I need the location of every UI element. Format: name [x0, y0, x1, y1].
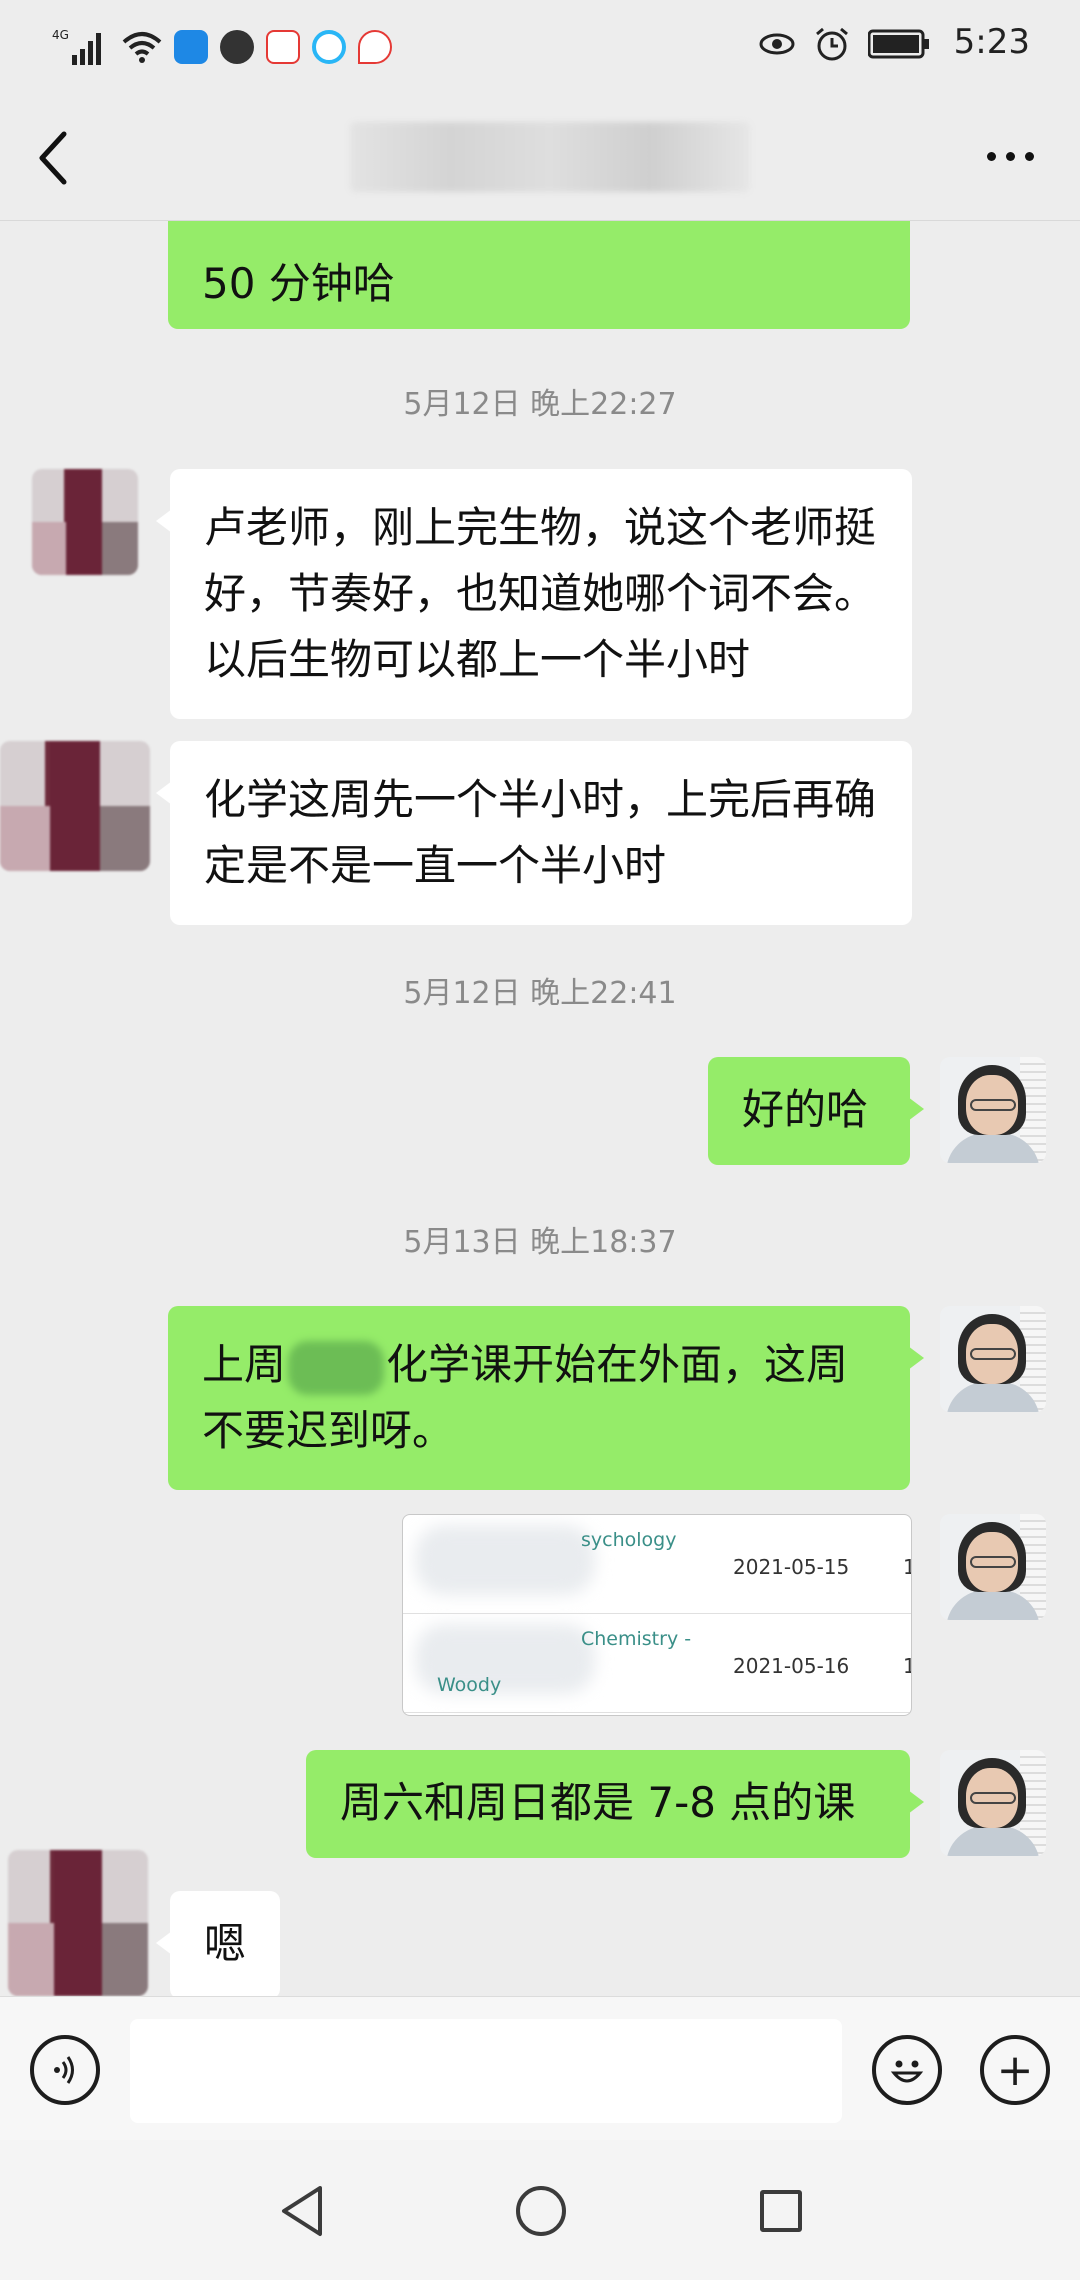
message-text-part1: 上周 — [202, 1340, 287, 1389]
chat-header: 202 — [0, 92, 1080, 221]
plus-icon[interactable]: + — [980, 2035, 1050, 2105]
signal-icon: 4G — [52, 28, 101, 65]
course-date: 2021-05-16 — [733, 1654, 850, 1678]
alarm-icon — [816, 27, 848, 61]
status-left-icons: 4G — [52, 22, 392, 72]
title-redaction — [350, 122, 750, 192]
course-time-partial: 1 — [903, 1654, 911, 1678]
browser-app-icon — [312, 30, 346, 64]
wifi-icon — [122, 32, 162, 63]
message-text: 嗯 — [204, 1919, 247, 1968]
message-bubble-sent[interactable]: 上周 化学课开始在外面，这周不要迟到呀。 — [168, 1306, 924, 1490]
nav-home-icon[interactable] — [516, 2186, 566, 2236]
eye-icon — [759, 33, 795, 55]
chevron-left-icon[interactable] — [34, 128, 74, 188]
system-nav-bar — [0, 2140, 1080, 2280]
message-bubble-received[interactable]: 化学这周先一个半小时，上完后再确定是不是一直一个半小时 — [156, 741, 912, 925]
schedule-row: Chemistry - Woody 2021-05-16 1 — [403, 1614, 911, 1713]
message-list[interactable]: 50 分钟哈 5月12日 晚上22:27 卢老师，刚上完生物，说这个老师挺好，节… — [0, 221, 1080, 1996]
battery-icon — [868, 29, 929, 59]
bird-app-icon — [220, 30, 254, 64]
input-bar: + — [0, 1996, 1080, 2141]
voice-icon[interactable] — [30, 2035, 100, 2105]
network-label: 4G — [52, 28, 69, 42]
avatar-self[interactable] — [940, 1514, 1046, 1620]
status-bar: 4G 5:23 — [0, 0, 1080, 92]
teacher-name: Woody — [437, 1674, 502, 1696]
message-input[interactable] — [130, 2019, 842, 2123]
avatar-contact[interactable] — [8, 1850, 148, 1996]
nav-recent-icon[interactable] — [760, 2190, 802, 2232]
message-bubble-sent[interactable]: 50 分钟哈 — [168, 221, 910, 329]
message-bubble-sent[interactable]: 周六和周日都是 7-8 点的课 — [306, 1750, 924, 1858]
message-bubble-received[interactable]: 卢老师，刚上完生物，说这个老师挺好，节奏好，也知道她哪个词不会。以后生物可以都上… — [156, 469, 912, 719]
map-pin-app-icon — [358, 30, 392, 64]
course-time-partial: 1 — [903, 1555, 911, 1579]
message-text: 周六和周日都是 7-8 点的课 — [340, 1778, 856, 1827]
avatar-contact[interactable] — [0, 741, 150, 871]
avatar-self[interactable] — [940, 1306, 1046, 1412]
timestamp: 5月12日 晚上22:27 — [403, 387, 677, 422]
emoji-icon[interactable] — [872, 2035, 942, 2105]
message-text: 化学这周先一个半小时，上完后再确定是不是一直一个半小时 — [204, 775, 877, 890]
message-text: 好的哈 — [742, 1085, 869, 1134]
avatar-self[interactable] — [940, 1057, 1046, 1163]
message-text: 卢老师，刚上完生物，说这个老师挺好，节奏好，也知道她哪个词不会。以后生物可以都上… — [204, 503, 877, 684]
avatar-contact[interactable] — [32, 469, 138, 575]
schedule-row: sychology 2021-05-15 1 — [403, 1515, 911, 1614]
status-time: 5:23 — [953, 22, 1030, 62]
course-date: 2021-05-15 — [733, 1555, 850, 1579]
course-name: Chemistry - — [581, 1628, 692, 1650]
nav-back-icon[interactable] — [278, 2184, 326, 2238]
message-text: 50 分钟哈 — [202, 259, 395, 308]
timestamp: 5月12日 晚上22:41 — [403, 976, 677, 1011]
message-bubble-sent[interactable]: 好的哈 — [708, 1057, 924, 1165]
image-message-schedule[interactable]: sychology 2021-05-15 1 Chemistry - Woody… — [402, 1514, 912, 1716]
message-bubble-received[interactable]: 嗯 — [156, 1891, 280, 1996]
avatar-self[interactable] — [940, 1750, 1046, 1856]
course-name: sychology — [581, 1529, 677, 1551]
baidu-app-icon — [266, 30, 300, 64]
timestamp: 5月13日 晚上18:37 — [403, 1225, 677, 1260]
redacted-name — [288, 1340, 385, 1395]
shield-app-icon — [174, 30, 208, 64]
more-dots-icon[interactable] — [987, 152, 1034, 161]
status-right-icons — [758, 26, 930, 62]
